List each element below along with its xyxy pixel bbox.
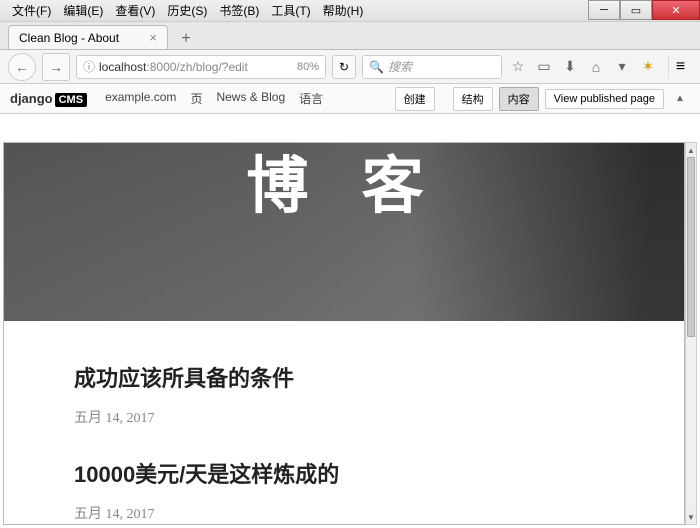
cms-menu-page[interactable]: 页	[190, 90, 202, 107]
window-minimize[interactable]: ─	[588, 0, 620, 20]
download-icon[interactable]: ⬇	[560, 57, 580, 77]
cms-content-button[interactable]: 内容	[499, 87, 539, 111]
scroll-down-icon[interactable]: ▼	[686, 510, 696, 524]
cms-collapse-icon[interactable]: ▲	[670, 93, 690, 104]
menu-bookmarks[interactable]: 书签(B)	[213, 0, 265, 21]
menu-file[interactable]: 文件(F)	[6, 0, 57, 21]
url-host: localhost	[99, 60, 146, 74]
menu-tools[interactable]: 工具(T)	[265, 0, 316, 21]
search-icon: 🔍	[369, 60, 384, 74]
cms-create-button[interactable]: 创建	[395, 87, 435, 111]
search-input[interactable]: 🔍 搜索	[362, 55, 502, 79]
reader-icon[interactable]: ▭	[534, 57, 554, 77]
vertical-scrollbar[interactable]: ▲ ▼	[685, 142, 697, 525]
browser-tab[interactable]: Clean Blog - About ×	[8, 25, 168, 49]
menu-view[interactable]: 查看(V)	[109, 0, 161, 21]
page-content: 博 客 成功应该所具备的条件 五月 14, 2017 10000美元/天是这样炼…	[3, 142, 685, 525]
search-placeholder: 搜索	[388, 58, 412, 75]
cms-logo[interactable]: djangoCMS	[10, 91, 87, 106]
hero-banner: 博 客	[4, 143, 684, 321]
hero-title: 博 客	[246, 142, 441, 225]
new-tab-button[interactable]: +	[174, 29, 198, 49]
browser-menubar: 文件(F) 编辑(E) 查看(V) 历史(S) 书签(B) 工具(T) 帮助(H…	[0, 0, 700, 22]
tab-title: Clean Blog - About	[19, 31, 119, 45]
cms-menu-news[interactable]: News & Blog	[216, 90, 285, 107]
posts-list: 成功应该所具备的条件 五月 14, 2017 10000美元/天是这样炼成的 五…	[4, 321, 684, 525]
menu-edit[interactable]: 编辑(E)	[57, 0, 109, 21]
post-title[interactable]: 成功应该所具备的条件	[74, 361, 614, 393]
menu-history[interactable]: 历史(S)	[161, 0, 213, 21]
home-icon[interactable]: ⌂	[586, 57, 606, 77]
reload-button[interactable]: ↻	[332, 55, 356, 79]
cms-structure-button[interactable]: 结构	[453, 87, 493, 111]
info-icon[interactable]: ⓘ	[83, 58, 95, 75]
scroll-up-icon[interactable]: ▲	[686, 143, 696, 157]
window-maximize[interactable]: ▭	[620, 0, 652, 20]
scroll-thumb[interactable]	[687, 157, 695, 337]
url-path: :8000/zh/blog/?edit	[146, 60, 247, 74]
cms-toolbar: djangoCMS example.com 页 News & Blog 语言 创…	[0, 84, 700, 114]
zoom-level[interactable]: 80%	[297, 61, 319, 73]
post-item[interactable]: 10000美元/天是这样炼成的 五月 14, 2017	[74, 457, 614, 523]
pocket-icon[interactable]: ▾	[612, 57, 632, 77]
window-close[interactable]: ✕	[652, 0, 700, 20]
cms-view-published-button[interactable]: View published page	[545, 89, 664, 109]
post-date: 五月 14, 2017	[74, 407, 614, 427]
bookmark-star-icon[interactable]: ☆	[508, 57, 528, 77]
browser-addrbar: ← → ⓘ localhost:8000/zh/blog/?edit 80% ↻…	[0, 50, 700, 84]
extension-icon[interactable]: ✶	[638, 57, 658, 77]
forward-button[interactable]: →	[42, 53, 70, 81]
browser-tabbar: Clean Blog - About × +	[0, 22, 700, 50]
post-item[interactable]: 成功应该所具备的条件 五月 14, 2017	[74, 361, 614, 427]
tab-close-icon[interactable]: ×	[149, 30, 157, 45]
cms-menu-language[interactable]: 语言	[299, 90, 323, 107]
menu-help[interactable]: 帮助(H)	[317, 0, 370, 21]
back-button[interactable]: ←	[8, 53, 36, 81]
post-title[interactable]: 10000美元/天是这样炼成的	[74, 457, 614, 489]
menu-hamburger-icon[interactable]: ≡	[668, 55, 692, 79]
url-input[interactable]: ⓘ localhost:8000/zh/blog/?edit 80%	[76, 55, 326, 79]
post-date: 五月 14, 2017	[74, 503, 614, 523]
cms-menu-site[interactable]: example.com	[105, 90, 176, 107]
